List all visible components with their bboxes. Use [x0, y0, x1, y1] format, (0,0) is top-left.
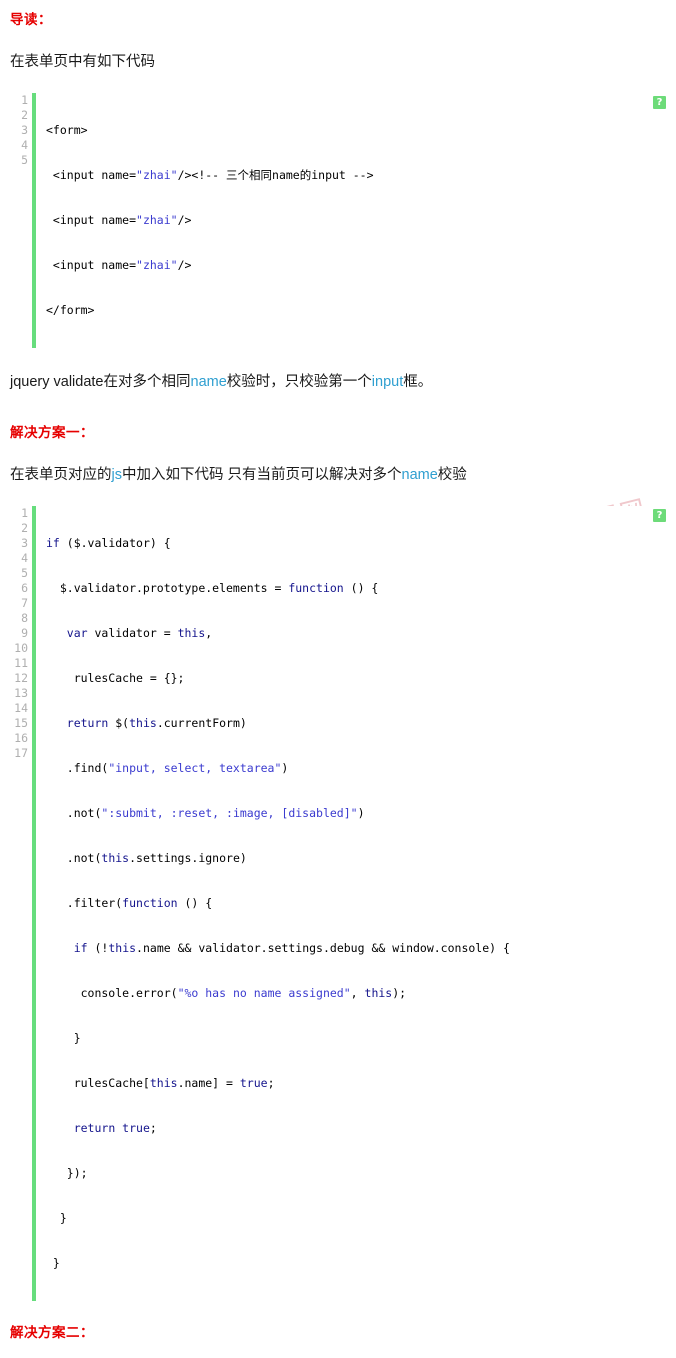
code-line: $.validator.prototype.elements = functio… — [46, 581, 379, 596]
code-line: } — [46, 1031, 81, 1046]
code-block-html[interactable]: ? 1 2 3 4 5 <form> <input name="zhai"/><… — [0, 93, 676, 349]
code-line: console.error("%o has no name assigned",… — [46, 986, 407, 1001]
code-line: return true; — [73, 1121, 157, 1136]
code-line: <input name="zhai"/> — [46, 258, 192, 273]
line-number: 16 — [14, 731, 28, 746]
code-gutter-linenumbers: 1 2 3 4 5 — [0, 93, 30, 348]
code-line: <form> — [46, 123, 88, 138]
line-number: 3 — [21, 123, 28, 138]
code-line: .find("input, select, textarea") — [46, 761, 289, 776]
code-line: } — [46, 1211, 67, 1226]
line-number: 11 — [14, 656, 28, 671]
intro-paragraph-text: 在表单页中有如下代码 — [10, 54, 155, 70]
line-number: 3 — [21, 536, 28, 551]
line-number: 5 — [21, 153, 28, 168]
line-number: 13 — [14, 686, 28, 701]
code-line: rulesCache[this.name] = true; — [46, 1076, 275, 1091]
solution1-text-a: 在表单页对应的 — [10, 467, 112, 484]
line-number: 9 — [21, 626, 28, 641]
line-number: 4 — [21, 551, 28, 566]
line-number: 1 — [21, 506, 28, 521]
note-text-c: name — [190, 374, 227, 391]
solution-1-paragraph: 在表单页对应的js中加入如下代码 只有当前页可以解决对多个name校验 — [0, 465, 676, 486]
note-paragraph-1: jquery validate在对多个相同name校验时，只校验第一个input… — [0, 372, 676, 393]
line-number: 10 — [14, 641, 28, 656]
line-number: 2 — [21, 521, 28, 536]
code-line: return $(this.currentForm) — [66, 716, 247, 731]
note-text-d: 校验时，只校验第一个 — [226, 374, 372, 391]
article-content: 导读： 在表单页中有如下代码 ? 1 2 3 4 5 <form> <input… — [0, 0, 676, 1358]
code-content-html[interactable]: <form> <input name="zhai"/><!-- 三个相同name… — [36, 93, 676, 348]
line-number: 6 — [21, 581, 28, 596]
note-text-b: 在对多个相同 — [103, 374, 191, 391]
line-number: 14 — [14, 701, 28, 716]
solution1-text-d: name — [401, 467, 438, 484]
code-line: } — [46, 1256, 60, 1271]
section-heading-intro: 导读： — [10, 12, 52, 27]
code-line: .filter(function () { — [46, 896, 213, 911]
solution1-text-b: js — [111, 467, 122, 484]
help-badge-icon[interactable]: ? — [653, 509, 666, 523]
code-line: .not(":submit, :reset, :image, [disabled… — [46, 806, 365, 821]
line-number: 5 — [21, 566, 28, 581]
code-line: var validator = this, — [66, 626, 213, 641]
code-block-javascript[interactable]: ? 1 2 3 4 5 6 7 8 9 10 11 12 13 14 15 16… — [0, 506, 676, 1302]
solution1-text-c: 中加入如下代码 只有当前页可以解决对多个 — [121, 467, 402, 484]
line-number: 1 — [21, 93, 28, 108]
code-line: if ($.validator) { — [46, 536, 171, 551]
solution1-text-e: 校验 — [437, 467, 467, 484]
note-text-f: 框。 — [403, 374, 433, 391]
line-number: 4 — [21, 138, 28, 153]
code-line: }); — [46, 1166, 88, 1181]
line-number: 15 — [14, 716, 28, 731]
line-number: 7 — [21, 596, 28, 611]
section-heading-solution-2: 解决方案二： — [10, 1325, 94, 1341]
code-line: </form> — [46, 303, 95, 318]
code-line: <input name="zhai"/> — [46, 213, 192, 228]
code-gutter-linenumbers: 1 2 3 4 5 6 7 8 9 10 11 12 13 14 15 16 1… — [0, 506, 30, 1301]
intro-paragraph: 在表单页中有如下代码 — [0, 52, 676, 73]
code-line: if (!this.name && validator.settings.deb… — [73, 941, 510, 956]
code-content-javascript[interactable]: if ($.validator) { $.validator.prototype… — [36, 506, 676, 1301]
note-text-e: input — [371, 374, 404, 391]
code-line: .not(this.settings.ignore) — [46, 851, 247, 866]
line-number: 17 — [14, 746, 28, 761]
line-number: 8 — [21, 611, 28, 626]
line-number: 2 — [21, 108, 28, 123]
help-badge-icon[interactable]: ? — [653, 96, 666, 110]
note-text-a: jquery validate — [10, 374, 104, 391]
section-heading-solution-1: 解决方案一： — [10, 425, 94, 441]
code-line: <input name="zhai"/><!-- 三个相同name的input … — [46, 168, 374, 183]
